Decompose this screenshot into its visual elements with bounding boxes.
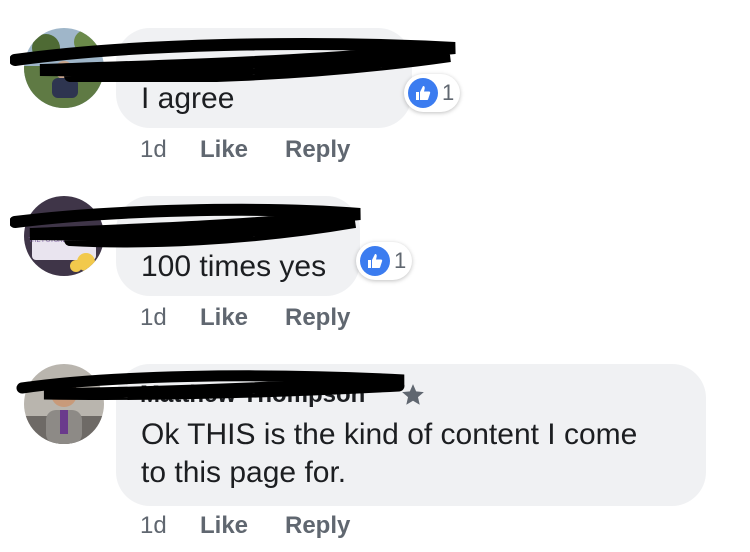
comment-text-line-2: to this page for. (141, 456, 347, 489)
name-redaction (16, 370, 405, 401)
comment-3: Matthew Thompson Ok THIS is the kind of … (0, 0, 750, 552)
like-button[interactable]: Like (200, 512, 248, 540)
timestamp[interactable]: 1d (140, 512, 167, 540)
reply-button[interactable]: Reply (285, 512, 350, 540)
comment-text-line-1: Ok THIS is the kind of content I come (141, 418, 638, 451)
